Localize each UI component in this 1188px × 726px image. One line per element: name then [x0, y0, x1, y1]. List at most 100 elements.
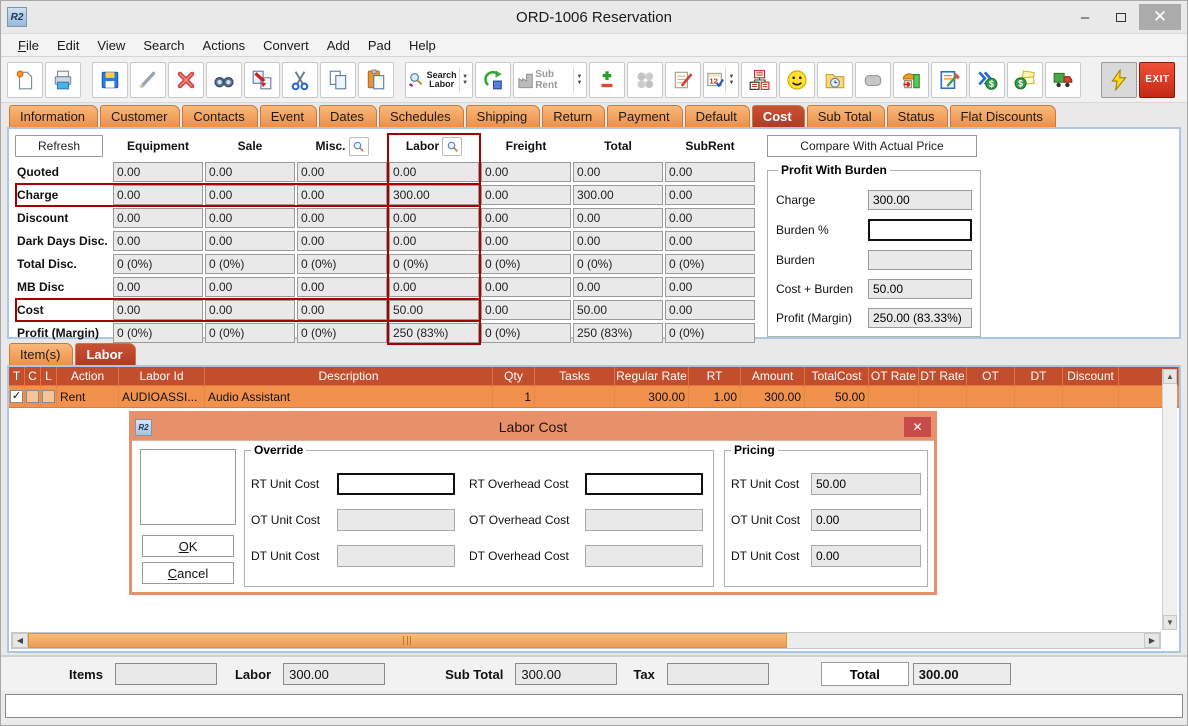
transfer-copy-button[interactable]: [244, 62, 280, 98]
dialog-close-button[interactable]: ✕: [904, 417, 931, 437]
calendar-dropdown-icon[interactable]: ▼▼: [725, 67, 736, 93]
notepad-edit-button[interactable]: [665, 62, 701, 98]
cost-cell-charge-sale: 0.00: [205, 185, 295, 205]
menu-search[interactable]: Search: [134, 36, 193, 55]
scroll-left-icon[interactable]: ◀: [12, 633, 28, 648]
delete-button[interactable]: [168, 62, 204, 98]
tab-event[interactable]: Event: [260, 105, 317, 127]
menu-convert[interactable]: Convert: [254, 36, 318, 55]
tab-status[interactable]: Status: [887, 105, 948, 127]
dialog-list-box[interactable]: [140, 449, 236, 525]
search-labor-button[interactable]: Search Labor ▼▼: [405, 62, 473, 98]
new-document-button[interactable]: [7, 62, 43, 98]
horizontal-scroll-thumb[interactable]: [28, 633, 787, 648]
minimize-button[interactable]: –: [1067, 4, 1103, 30]
labor-table-row[interactable]: ✓RentAUDIOASSI...Audio Assistant1300.001…: [9, 386, 1179, 408]
cut-button[interactable]: [282, 62, 318, 98]
scroll-grip: [403, 636, 411, 645]
cancel-button[interactable]: Cancel: [142, 562, 234, 584]
tab-sub-total[interactable]: Sub Total: [807, 105, 885, 127]
total-field: 300.00: [913, 663, 1011, 685]
calendar-button[interactable]: 12 ▼▼: [703, 62, 739, 98]
menu-pad[interactable]: Pad: [359, 36, 400, 55]
labor-crew-button[interactable]: [893, 62, 929, 98]
tab-flat-discounts[interactable]: Flat Discounts: [950, 105, 1056, 127]
tab-cost[interactable]: Cost: [752, 105, 805, 127]
billing-notes-button[interactable]: $: [1007, 62, 1043, 98]
refresh-button[interactable]: Refresh: [15, 135, 103, 157]
labor-col-action: Action: [57, 367, 119, 386]
cost-cell-mb-disc-misc: 0.00: [297, 277, 387, 297]
tab-contacts[interactable]: Contacts: [182, 105, 257, 127]
send-money-button[interactable]: $: [969, 62, 1005, 98]
cost-cell-charge-equipment: 0.00: [113, 185, 203, 205]
tab-default[interactable]: Default: [685, 105, 750, 127]
find-button[interactable]: [206, 62, 242, 98]
add-remove-button[interactable]: [589, 62, 625, 98]
tab-information[interactable]: Information: [9, 105, 98, 127]
close-button[interactable]: ✕: [1139, 4, 1181, 30]
smiley-feedback-button[interactable]: [779, 62, 815, 98]
tab-return[interactable]: Return: [542, 105, 605, 127]
copy-button[interactable]: [320, 62, 356, 98]
horizontal-scrollbar[interactable]: ◀ ▶: [11, 632, 1161, 649]
checkbox-l-unchecked[interactable]: [42, 390, 55, 403]
scroll-down-icon[interactable]: ▼: [1163, 615, 1177, 630]
scroll-right-icon[interactable]: ▶: [1144, 633, 1160, 648]
items-total-field: [115, 663, 217, 685]
edit-button[interactable]: [130, 62, 166, 98]
save-button[interactable]: [92, 62, 128, 98]
menu-help[interactable]: Help: [400, 36, 445, 55]
tab-shipping[interactable]: Shipping: [466, 105, 541, 127]
maximize-button[interactable]: [1103, 4, 1139, 30]
group-items-button[interactable]: [627, 62, 663, 98]
tab-payment[interactable]: Payment: [607, 105, 682, 127]
menu-view[interactable]: View: [88, 36, 134, 55]
vertical-scroll-track[interactable]: [1163, 384, 1177, 615]
edit-details-button[interactable]: [931, 62, 967, 98]
labor-search-icon[interactable]: [442, 137, 462, 156]
cost-column-freight: Freight: [506, 139, 547, 153]
checkbox-c-unchecked[interactable]: [26, 390, 39, 403]
item-tab-item-s[interactable]: Item(s): [9, 343, 73, 365]
menu-add[interactable]: Add: [318, 36, 359, 55]
org-chart-button[interactable]: [741, 62, 777, 98]
labor-col-description: Description: [205, 367, 493, 386]
menu-file[interactable]: File: [9, 36, 48, 55]
tab-dates[interactable]: Dates: [319, 105, 377, 127]
menu-edit[interactable]: Edit: [48, 36, 88, 55]
misc-search-icon[interactable]: [349, 137, 369, 156]
truck-icon: [1052, 69, 1074, 91]
checkbox-t-checked[interactable]: ✓: [10, 390, 23, 403]
tab-customer[interactable]: Customer: [100, 105, 180, 127]
delivery-truck-button[interactable]: [1045, 62, 1081, 98]
labor-cell-t: ✓: [9, 386, 25, 407]
search-labor-dropdown-icon[interactable]: ▼▼: [459, 67, 470, 93]
sub-rent-dropdown-icon[interactable]: ▼▼: [573, 67, 584, 93]
item-tabstrip: Item(s)Labor: [1, 341, 1187, 365]
quick-actions-button[interactable]: [1101, 62, 1137, 98]
override-field-rt-overhead-cost[interactable]: [585, 473, 703, 495]
compare-with-actual-price-button[interactable]: Compare With Actual Price: [767, 135, 977, 157]
cost-cell-mb-disc-total: 0.00: [573, 277, 663, 297]
exit-button[interactable]: EXIT: [1139, 62, 1175, 98]
cost-cell-profit-margin-labor: 250 (83%): [389, 323, 479, 343]
cost-cell-charge-subrent: 0.00: [665, 185, 755, 205]
horizontal-scroll-track[interactable]: [28, 633, 1144, 648]
ok-button[interactable]: OK: [142, 535, 234, 557]
print-button[interactable]: [45, 62, 81, 98]
item-tab-labor[interactable]: Labor: [75, 343, 135, 365]
override-field-ot-unit-cost: [337, 509, 455, 531]
labor-col-dt-rate: DT Rate: [919, 367, 967, 386]
history-folder-button[interactable]: [817, 62, 853, 98]
sub-rent-button[interactable]: Sub Rent ▼▼: [513, 62, 587, 98]
convert-item-button[interactable]: [475, 62, 511, 98]
tab-schedules[interactable]: Schedules: [379, 105, 464, 127]
burden-field-burden[interactable]: [868, 219, 972, 241]
menu-actions[interactable]: Actions: [194, 36, 255, 55]
cost-cell-mb-disc-equipment: 0.00: [113, 277, 203, 297]
paste-button[interactable]: [358, 62, 394, 98]
vertical-scrollbar[interactable]: ▲ ▼: [1162, 369, 1177, 630]
scroll-up-icon[interactable]: ▲: [1163, 369, 1177, 384]
override-field-rt-unit-cost[interactable]: [337, 473, 455, 495]
